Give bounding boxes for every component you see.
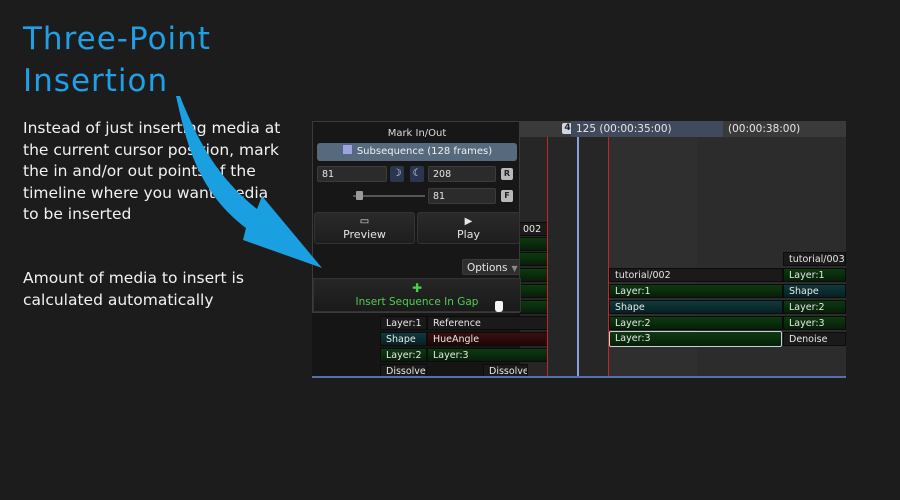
chevron-down-icon: ▼ <box>511 264 518 273</box>
options-label: Options <box>467 262 508 274</box>
timecode-next: (00:00:38:00) <box>728 123 801 135</box>
clip-partial[interactable] <box>517 284 548 298</box>
clip-partial[interactable] <box>517 268 548 282</box>
slide-paragraph-1: Instead of just inserting media at the c… <box>23 119 281 223</box>
frames-icon[interactable]: F <box>501 190 513 202</box>
play-button[interactable]: ▶ Play <box>417 212 520 244</box>
clip-right-layer1[interactable]: Layer:1 <box>783 268 846 282</box>
clip-right-layer3[interactable]: Layer:3 <box>783 316 846 330</box>
reset-icon[interactable]: R <box>501 168 513 180</box>
timeline-bottom-border <box>312 376 846 378</box>
range-slider-knob[interactable] <box>356 191 363 200</box>
clip-gap-shape[interactable]: Shape <box>609 300 783 314</box>
mark-in-out-panel: Mark In/Out Subsequence (128 frames) 81 … <box>312 121 521 313</box>
clip-layer1[interactable]: Layer:1 <box>380 316 427 330</box>
clip-tutorial-002[interactable]: tutorial/002 <box>609 268 783 282</box>
clip-denoise[interactable]: Denoise <box>783 332 846 346</box>
playhead-line[interactable] <box>577 137 579 378</box>
play-icon: ▶ <box>464 216 473 227</box>
slide-title-line1: Three-Point <box>23 21 211 57</box>
clip-shape[interactable]: Shape <box>380 332 427 346</box>
slide-paragraph-2: Amount of media to insert is calculated … <box>23 269 244 309</box>
out-point-line[interactable] <box>608 137 609 378</box>
clip-gap-layer3-selected[interactable]: Layer:3 <box>609 331 782 347</box>
preview-label: Preview <box>343 228 386 241</box>
subsequence-selector[interactable]: Subsequence (128 frames) <box>317 143 517 161</box>
subsequence-label: Subsequence (128 frames) <box>356 146 493 157</box>
plus-icon: ✚ <box>411 281 423 295</box>
options-dropdown[interactable]: Options ▼ <box>462 259 520 275</box>
clip-gap-layer1[interactable]: Layer:1 <box>609 284 783 298</box>
panel-title: Mark In/Out <box>387 128 447 139</box>
clip-right-layer2[interactable]: Layer:2 <box>783 300 846 314</box>
slide-title: Three-Point Insertion <box>23 18 211 102</box>
insert-label: Insert Sequence In Gap <box>355 296 479 308</box>
clip-tutorial-003[interactable]: tutorial/003 <box>783 252 846 266</box>
clip-gap-layer2[interactable]: Layer:2 <box>609 316 783 330</box>
clip-partial[interactable] <box>517 252 548 266</box>
clip-partial[interactable] <box>517 300 548 314</box>
preview-button[interactable]: ▭ Preview <box>314 212 415 244</box>
play-label: Play <box>457 228 480 241</box>
clip-hueangle[interactable]: HueAngle <box>427 332 548 346</box>
insert-sequence-in-gap-button[interactable]: ✚ Insert Sequence In Gap <box>313 278 521 312</box>
clip-reference[interactable]: Reference <box>427 316 548 330</box>
monitor-icon: ▭ <box>359 216 370 227</box>
out-point-field[interactable]: 208 <box>428 166 496 182</box>
in-point-line[interactable] <box>547 137 548 378</box>
timeline-ruler[interactable]: 4 125 (00:00:35:00) (00:00:38:00) <box>520 121 846 137</box>
timecode-current: 125 (00:00:35:00) <box>571 121 723 137</box>
duration-field[interactable]: 81 <box>428 188 496 204</box>
timeline-screenshot: 4 125 (00:00:35:00) (00:00:38:00) 002 La… <box>312 121 846 378</box>
mark-in-icon[interactable]: ☽ <box>390 166 404 182</box>
hand-cursor-icon <box>495 301 503 312</box>
clip-layer2[interactable]: Layer:2 <box>380 348 427 362</box>
slide-title-line2: Insertion <box>23 63 169 99</box>
film-icon <box>341 144 353 155</box>
range-slider-track[interactable] <box>353 195 425 197</box>
clip-right-shape[interactable]: Shape <box>783 284 846 298</box>
in-point-field[interactable]: 81 <box>317 166 387 182</box>
clip-partial[interactable] <box>517 237 548 251</box>
mark-out-icon[interactable]: ☾ <box>410 166 424 182</box>
clip-layer3[interactable]: Layer:3 <box>427 348 548 362</box>
clip-002-partial[interactable]: 002 <box>517 222 548 236</box>
